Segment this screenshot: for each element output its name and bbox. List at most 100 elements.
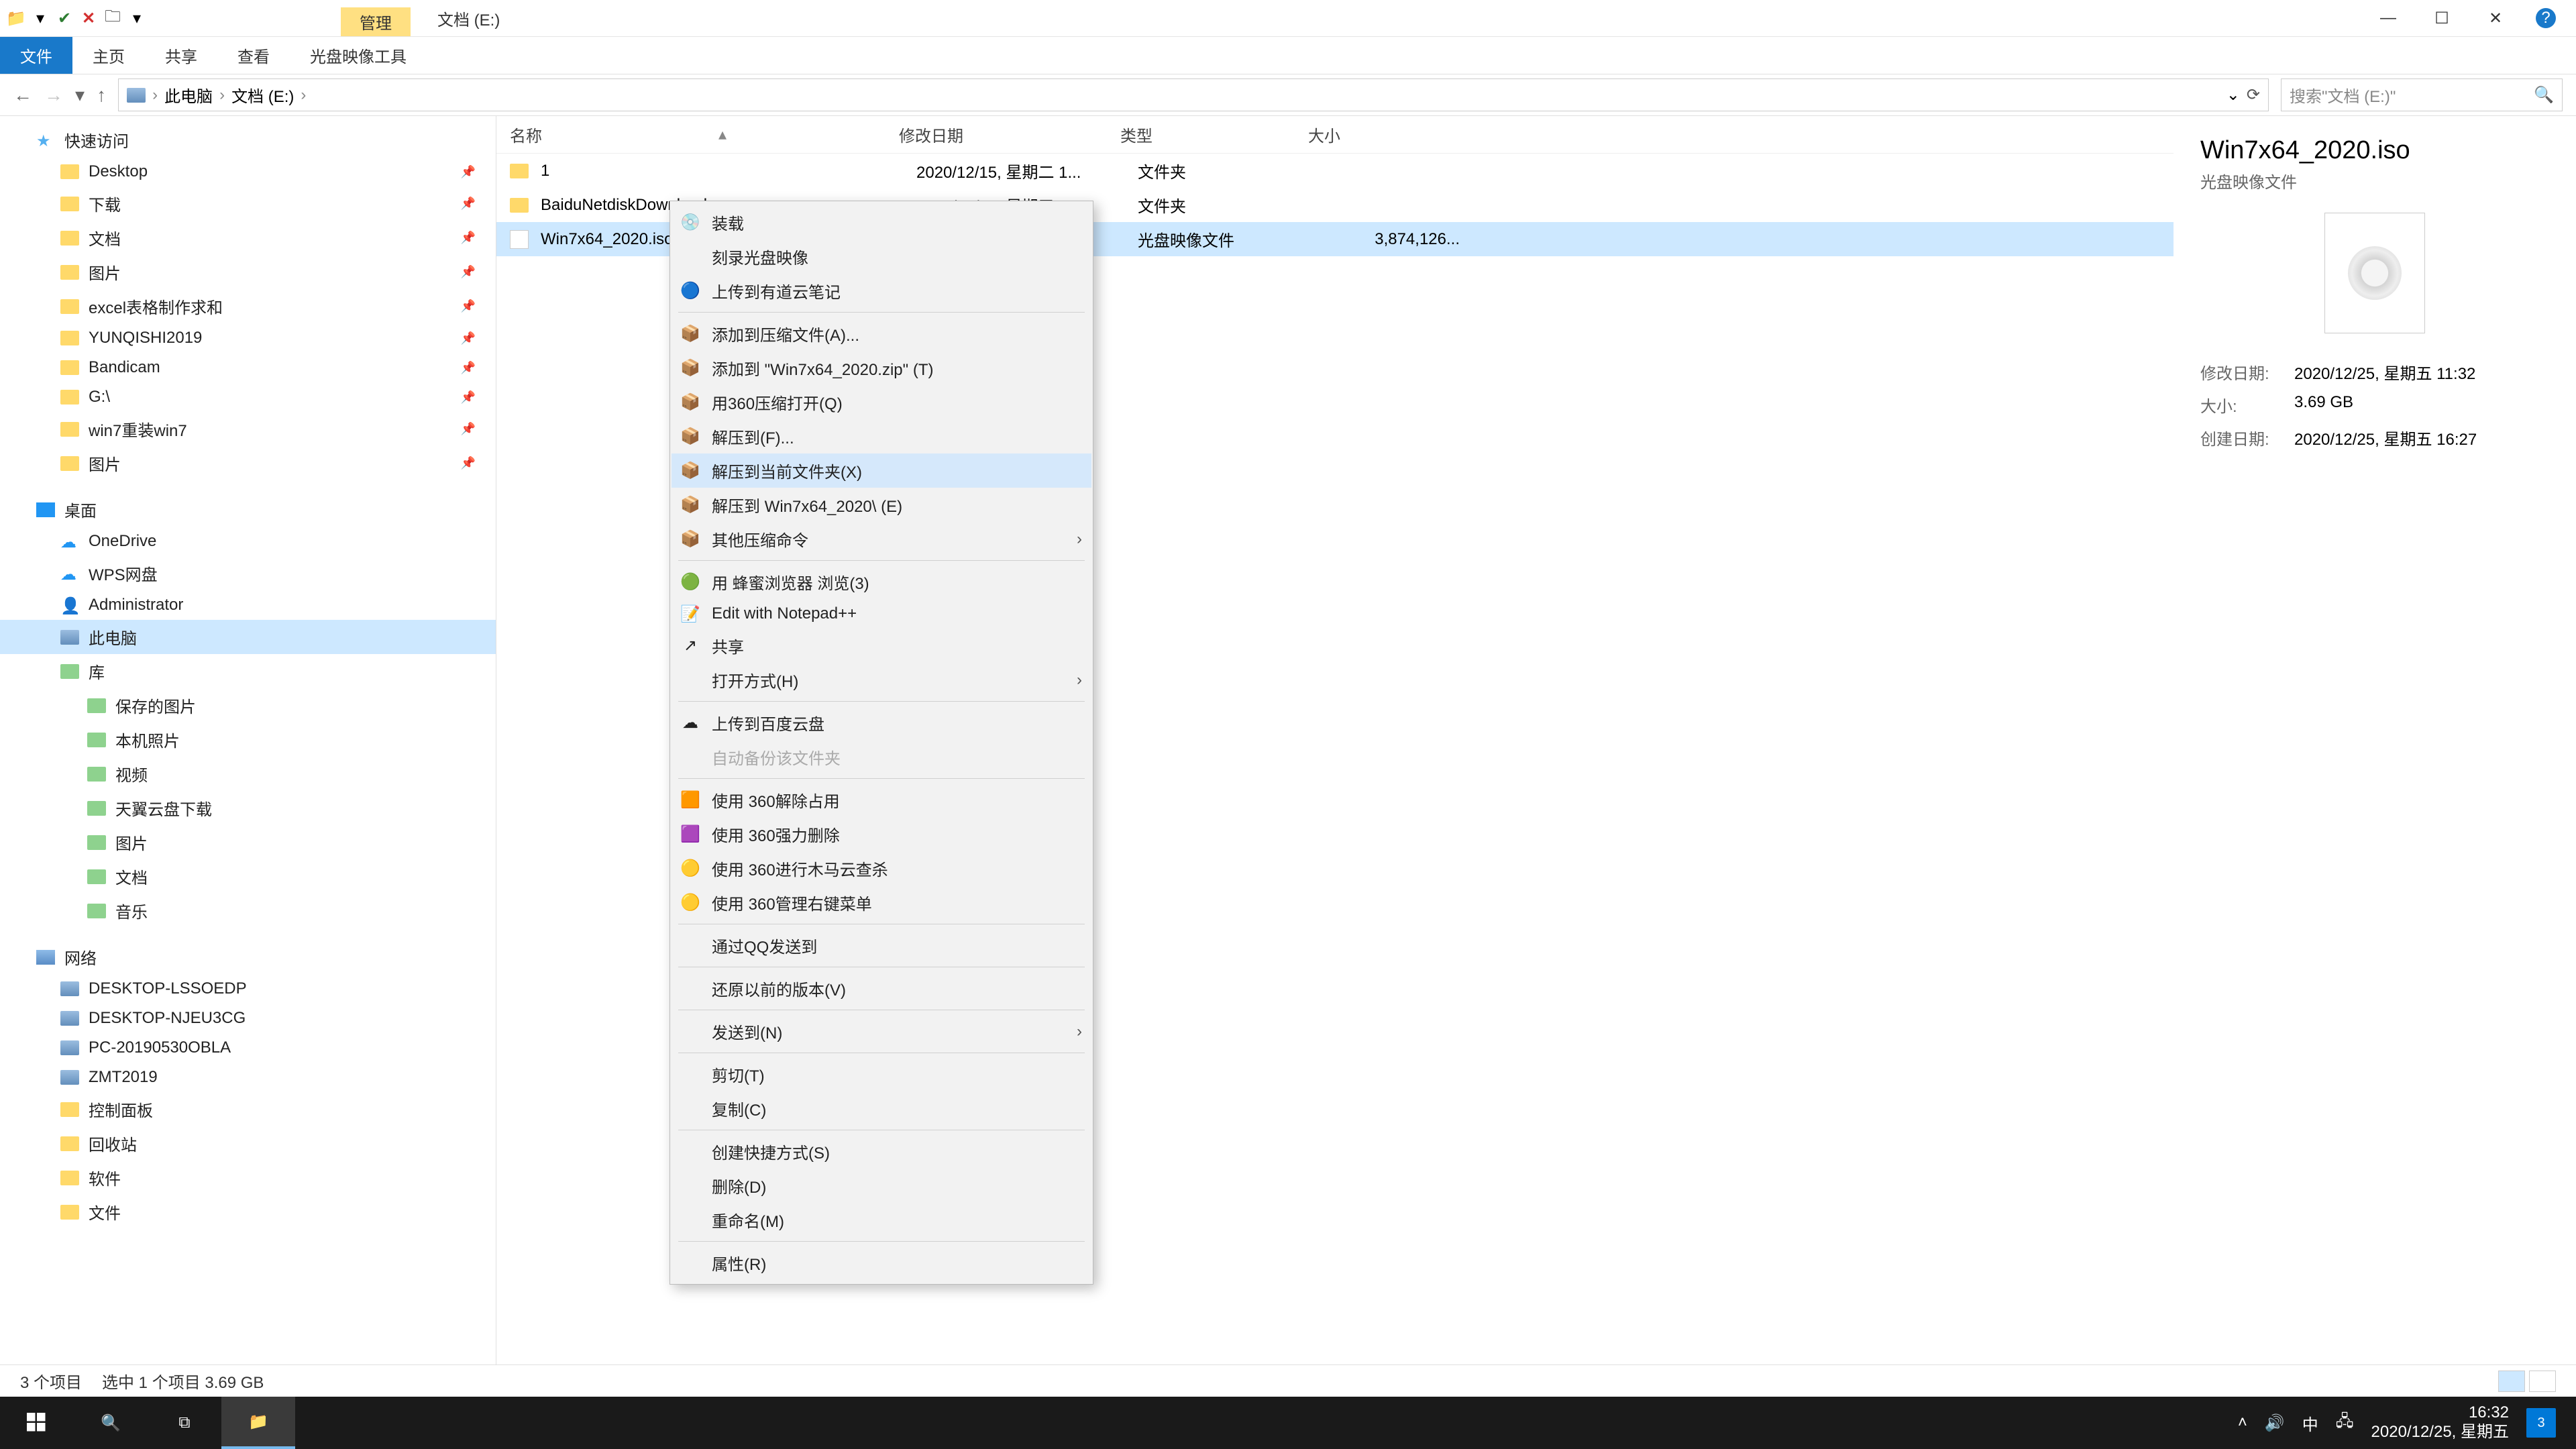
breadcrumb-dropdown-icon[interactable]: ⌄: [2226, 85, 2240, 105]
context-menu-item[interactable]: 🟧使用 360解除占用: [672, 783, 1091, 817]
context-menu-item[interactable]: 📦解压到(F)...: [672, 419, 1091, 453]
column-header-name[interactable]: 名称▴: [510, 123, 899, 146]
context-menu-item[interactable]: 🟪使用 360强力删除: [672, 817, 1091, 851]
nav-qa-item[interactable]: 图片 📌: [0, 255, 496, 289]
network-tray-icon[interactable]: 🖧: [2336, 1409, 2354, 1437]
start-button[interactable]: [0, 1397, 74, 1449]
nav-lib-item[interactable]: 天翼云盘下载: [0, 791, 496, 825]
chevron-right-icon[interactable]: ›: [152, 86, 158, 105]
search-button[interactable]: 🔍: [74, 1397, 148, 1449]
context-menu-item[interactable]: 还原以前的版本(V): [672, 971, 1091, 1006]
nav-history-dropdown[interactable]: ▾: [75, 84, 85, 106]
nav-lib-item[interactable]: 文档: [0, 859, 496, 894]
breadcrumb-item[interactable]: 文档 (E:): [231, 83, 294, 107]
context-menu-item[interactable]: 🟡使用 360进行木马云查杀: [672, 851, 1091, 885]
volume-icon[interactable]: 🔊: [2265, 1413, 2285, 1433]
context-menu-item[interactable]: 📦解压到 Win7x64_2020\ (E): [672, 488, 1091, 522]
context-tab-manage[interactable]: 管理: [341, 7, 411, 36]
nav-other-item[interactable]: 软件: [0, 1161, 496, 1195]
nav-qa-item[interactable]: Desktop 📌: [0, 157, 496, 186]
maximize-button[interactable]: ☐: [2428, 5, 2455, 32]
nav-lib-item[interactable]: 保存的图片: [0, 688, 496, 722]
nav-quick-access[interactable]: ★ 快速访问: [0, 123, 496, 157]
nav-qa-item[interactable]: G:\ 📌: [0, 382, 496, 412]
nav-network[interactable]: 网络: [0, 940, 496, 974]
ime-indicator[interactable]: 中: [2302, 1411, 2318, 1435]
context-menu-item[interactable]: 📦解压到当前文件夹(X): [672, 453, 1091, 488]
nav-lib-item[interactable]: 视频: [0, 757, 496, 791]
context-menu-item[interactable]: 创建快捷方式(S): [672, 1134, 1091, 1169]
nav-other-item[interactable]: 文件: [0, 1195, 496, 1229]
nav-qa-item[interactable]: excel表格制作求和 📌: [0, 289, 496, 323]
action-center-button[interactable]: 3: [2526, 1408, 2556, 1438]
context-menu-item[interactable]: 发送到(N)›: [672, 1014, 1091, 1049]
refresh-button[interactable]: ⟳: [2247, 85, 2260, 105]
close-icon[interactable]: ✕: [80, 10, 97, 26]
context-menu-item[interactable]: 🔵上传到有道云笔记: [672, 274, 1091, 308]
ribbon-tab-disc-tools[interactable]: 光盘映像工具: [290, 37, 427, 74]
context-menu-item[interactable]: 💿装载: [672, 205, 1091, 239]
nav-network-item[interactable]: DESKTOP-NJEU3CG: [0, 1004, 496, 1033]
context-menu-item[interactable]: 删除(D): [672, 1169, 1091, 1203]
nav-desktop-item[interactable]: ☁WPS网盘: [0, 556, 496, 590]
ribbon-tab-share[interactable]: 共享: [145, 37, 217, 74]
view-thumbnails-button[interactable]: [2529, 1371, 2556, 1392]
column-header-date[interactable]: 修改日期: [899, 123, 1120, 146]
ribbon-tab-view[interactable]: 查看: [217, 37, 290, 74]
nav-lib-item[interactable]: 音乐: [0, 894, 496, 928]
nav-desktop-item[interactable]: 👤Administrator: [0, 590, 496, 620]
nav-qa-item[interactable]: 图片 📌: [0, 446, 496, 480]
nav-lib-item[interactable]: 图片: [0, 825, 496, 859]
search-icon[interactable]: 🔍: [2534, 85, 2554, 105]
nav-desktop[interactable]: 桌面: [0, 492, 496, 527]
context-menu-item[interactable]: 打开方式(H)›: [672, 663, 1091, 697]
breadcrumb-item[interactable]: 此电脑: [164, 83, 213, 107]
context-menu-item[interactable]: 重命名(M): [672, 1203, 1091, 1237]
nav-back-button[interactable]: ←: [13, 85, 32, 106]
context-menu-item[interactable]: ☁上传到百度云盘: [672, 706, 1091, 740]
nav-qa-item[interactable]: win7重装win7 📌: [0, 412, 496, 446]
chevron-right-icon[interactable]: ›: [301, 86, 306, 105]
context-menu-item[interactable]: 剪切(T): [672, 1057, 1091, 1091]
dropdown-icon[interactable]: ▾: [32, 10, 48, 26]
tray-overflow-icon[interactable]: ˄: [2238, 1413, 2247, 1432]
context-menu-item[interactable]: 📝Edit with Notepad++: [672, 599, 1091, 629]
taskbar-clock[interactable]: 16:32 2020/12/25, 星期五: [2371, 1403, 2509, 1442]
context-menu-item[interactable]: 📦添加到压缩文件(A)...: [672, 317, 1091, 351]
nav-network-item[interactable]: DESKTOP-LSSOEDP: [0, 974, 496, 1004]
column-header-type[interactable]: 类型: [1120, 123, 1308, 146]
nav-network-item[interactable]: PC-20190530OBLA: [0, 1033, 496, 1063]
nav-qa-item[interactable]: 文档 📌: [0, 221, 496, 255]
context-menu-item[interactable]: 🟡使用 360管理右键菜单: [672, 885, 1091, 920]
ribbon-tab-home[interactable]: 主页: [72, 37, 145, 74]
context-menu-item[interactable]: 刻录光盘映像: [672, 239, 1091, 274]
context-menu-item[interactable]: ↗共享: [672, 629, 1091, 663]
help-button[interactable]: ?: [2536, 8, 2556, 28]
view-details-button[interactable]: [2498, 1371, 2525, 1392]
nav-other-item[interactable]: 控制面板: [0, 1092, 496, 1126]
nav-desktop-item[interactable]: ☁OneDrive: [0, 527, 496, 556]
minimize-button[interactable]: —: [2375, 5, 2402, 32]
close-button[interactable]: ✕: [2482, 5, 2509, 32]
context-menu-item[interactable]: 🟢用 蜂蜜浏览器 浏览(3): [672, 565, 1091, 599]
nav-network-item[interactable]: ZMT2019: [0, 1063, 496, 1092]
file-row[interactable]: 1 2020/12/15, 星期二 1... 文件夹: [496, 154, 2174, 188]
nav-up-button[interactable]: ↑: [97, 85, 106, 106]
context-menu-item[interactable]: 通过QQ发送到: [672, 928, 1091, 963]
context-menu-item[interactable]: 📦其他压缩命令›: [672, 522, 1091, 556]
breadcrumb[interactable]: › 此电脑 › 文档 (E:) › ⌄ ⟳: [118, 78, 2269, 111]
chevron-right-icon[interactable]: ›: [219, 86, 225, 105]
nav-forward-button[interactable]: →: [44, 85, 63, 106]
context-menu-item[interactable]: 📦添加到 "Win7x64_2020.zip" (T): [672, 351, 1091, 385]
context-menu-item[interactable]: 属性(R): [672, 1246, 1091, 1280]
nav-other-item[interactable]: 回收站: [0, 1126, 496, 1161]
ribbon-file-tab[interactable]: 文件: [0, 37, 72, 74]
nav-lib-item[interactable]: 本机照片: [0, 722, 496, 757]
qat-dropdown-icon[interactable]: ▾: [129, 10, 145, 26]
nav-qa-item[interactable]: 下载 📌: [0, 186, 496, 221]
task-view-button[interactable]: ⧉: [148, 1397, 221, 1449]
new-folder-icon[interactable]: 🗀: [105, 10, 121, 26]
nav-desktop-item[interactable]: 库: [0, 654, 496, 688]
context-menu-item[interactable]: 复制(C): [672, 1091, 1091, 1126]
taskbar-explorer[interactable]: 📁: [221, 1397, 295, 1449]
